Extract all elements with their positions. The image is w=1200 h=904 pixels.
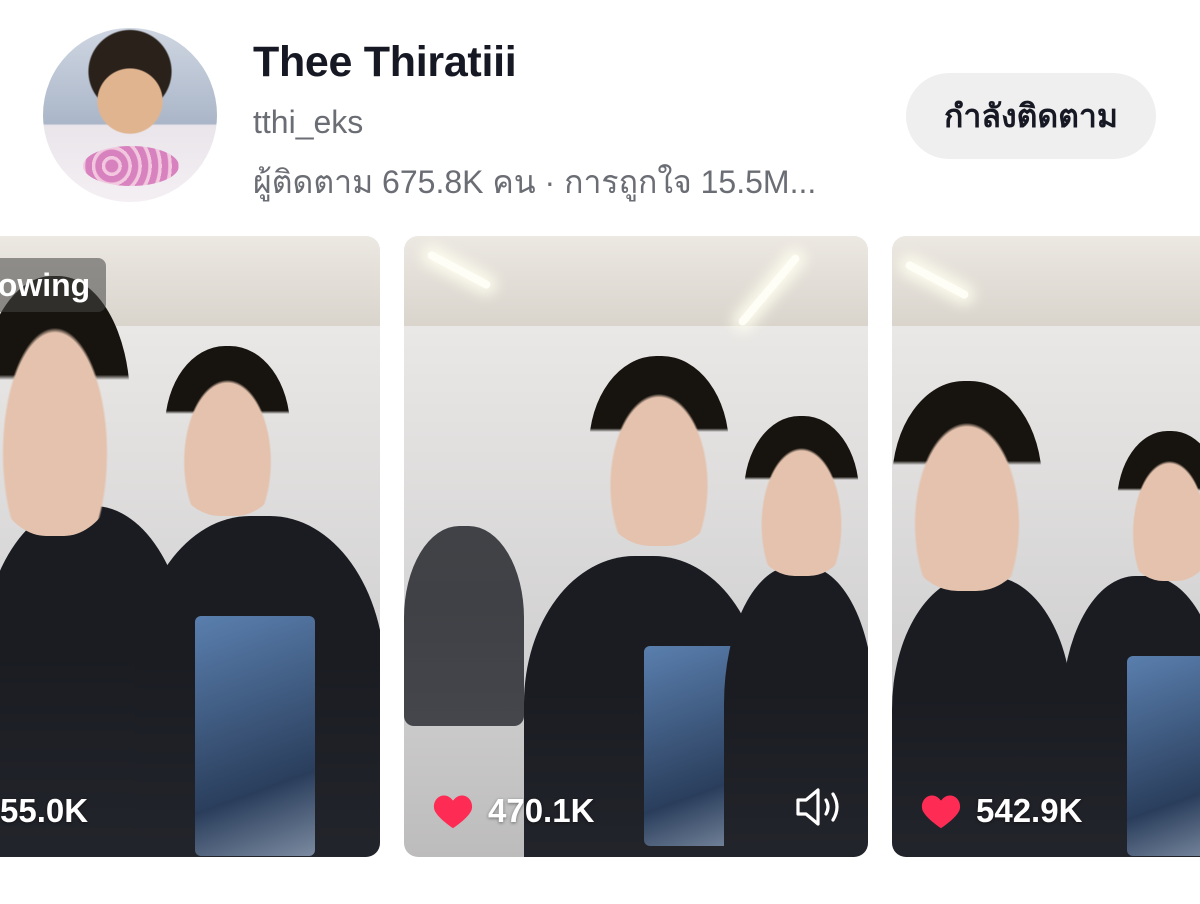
sound-icon[interactable] bbox=[794, 785, 846, 829]
following-badge: llowing bbox=[0, 258, 107, 312]
person-head bbox=[589, 356, 729, 546]
video-card[interactable]: 470.1K bbox=[404, 236, 868, 857]
like-count: 55.0K bbox=[0, 792, 89, 829]
heart-icon bbox=[433, 795, 473, 829]
following-badge-label: llowing bbox=[0, 266, 91, 303]
like-count: 542.9K bbox=[976, 792, 1083, 829]
person-head bbox=[1117, 431, 1200, 581]
profile-handle: tthi_eks bbox=[253, 104, 364, 140]
person-head bbox=[892, 381, 1042, 591]
person-figure bbox=[404, 526, 524, 726]
video-likes: 470.1K bbox=[432, 792, 594, 830]
profile-name: Thee Thiratiii bbox=[253, 38, 517, 86]
heart-icon bbox=[921, 795, 961, 829]
video-card[interactable]: 542.9K bbox=[892, 236, 1200, 857]
avatar-garland bbox=[83, 146, 179, 186]
person-head bbox=[0, 276, 130, 536]
profile-avatar[interactable] bbox=[43, 28, 217, 202]
person-head bbox=[744, 416, 859, 576]
shirt-print bbox=[195, 616, 315, 856]
shirt-print bbox=[1127, 656, 1200, 856]
like-count: 470.1K bbox=[488, 792, 595, 829]
following-button[interactable]: กำลังติดตาม bbox=[906, 73, 1156, 159]
person-head bbox=[165, 346, 290, 516]
video-card[interactable]: llowing 55.0K bbox=[0, 236, 380, 857]
profile-stats: ผู้ติดตาม 675.8K คน · การถูกใจ 15.5M... bbox=[253, 164, 817, 200]
video-likes: 55.0K bbox=[0, 792, 88, 830]
video-likes: 542.9K bbox=[920, 792, 1082, 830]
